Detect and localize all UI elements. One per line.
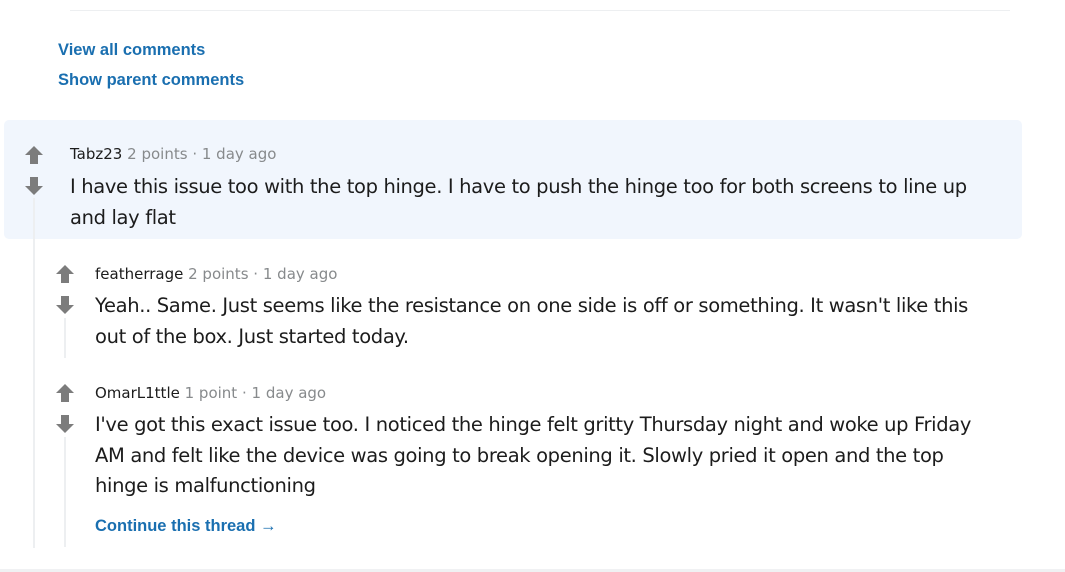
comment-body-line: Yeah.. Same. Just seems like the resista…	[95, 294, 968, 317]
meta-separator: ·	[192, 145, 198, 163]
continue-thread-label: Continue this thread	[95, 517, 256, 535]
comment-author[interactable]: Tabz23	[70, 145, 122, 163]
comment-body: I have this issue too with the top hinge…	[70, 172, 967, 233]
downvote-arrow-icon	[56, 296, 74, 314]
meta-separator: ·	[253, 265, 259, 283]
comment-body-line: hinge is malfunctioning	[95, 474, 316, 497]
comment-timestamp[interactable]: 1 day ago	[263, 265, 338, 283]
comment-author[interactable]: featherrage	[95, 265, 183, 283]
comment-timestamp[interactable]: 1 day ago	[202, 145, 277, 163]
downvote-button[interactable]	[55, 414, 75, 434]
continue-thread-link[interactable]: Continue this thread →	[95, 517, 277, 536]
thread-line[interactable]	[64, 318, 66, 358]
comment-body-line: out of the box. Just started today.	[95, 324, 409, 348]
comment-meta: OmarL1ttle 1 point · 1 day ago	[95, 383, 326, 403]
comment-body-line: I've got this exact issue too. I noticed…	[95, 413, 972, 436]
comment-meta: Tabz23 2 points · 1 day ago	[70, 144, 276, 164]
downvote-arrow-icon	[56, 415, 74, 433]
downvote-arrow-icon	[25, 177, 43, 195]
meta-separator: ·	[241, 384, 247, 402]
comment-points: 1 point	[184, 384, 238, 402]
comment-points: 2 points	[127, 145, 188, 163]
comment-body: I've got this exact issue too. I noticed…	[95, 410, 971, 502]
comment-body-line: and lay flat	[70, 205, 176, 229]
comment-body-line: I have this issue too with the top hinge…	[70, 175, 967, 198]
downvote-button[interactable]	[55, 295, 75, 315]
show-parent-comments-link[interactable]: Show parent comments	[58, 71, 244, 90]
comment-meta: featherrage 2 points · 1 day ago	[95, 264, 337, 284]
upvote-button[interactable]	[55, 264, 75, 284]
comment-body: Yeah.. Same. Just seems like the resista…	[95, 291, 968, 352]
downvote-button[interactable]	[24, 176, 44, 196]
comment-points: 2 points	[188, 265, 249, 283]
view-all-comments-link[interactable]: View all comments	[58, 41, 205, 60]
top-divider	[70, 10, 1010, 11]
comment-timestamp[interactable]: 1 day ago	[252, 384, 327, 402]
comment-author[interactable]: OmarL1ttle	[95, 384, 180, 402]
thread-line[interactable]	[64, 437, 66, 547]
thread-line[interactable]	[33, 198, 35, 548]
upvote-arrow-icon	[56, 384, 74, 402]
arrow-right-icon: →	[260, 517, 277, 535]
upvote-arrow-icon	[56, 265, 74, 283]
upvote-button[interactable]	[24, 145, 44, 165]
upvote-arrow-icon	[25, 146, 43, 164]
upvote-button[interactable]	[55, 383, 75, 403]
comment-body-line: AM and felt like the device was going to…	[95, 443, 944, 467]
